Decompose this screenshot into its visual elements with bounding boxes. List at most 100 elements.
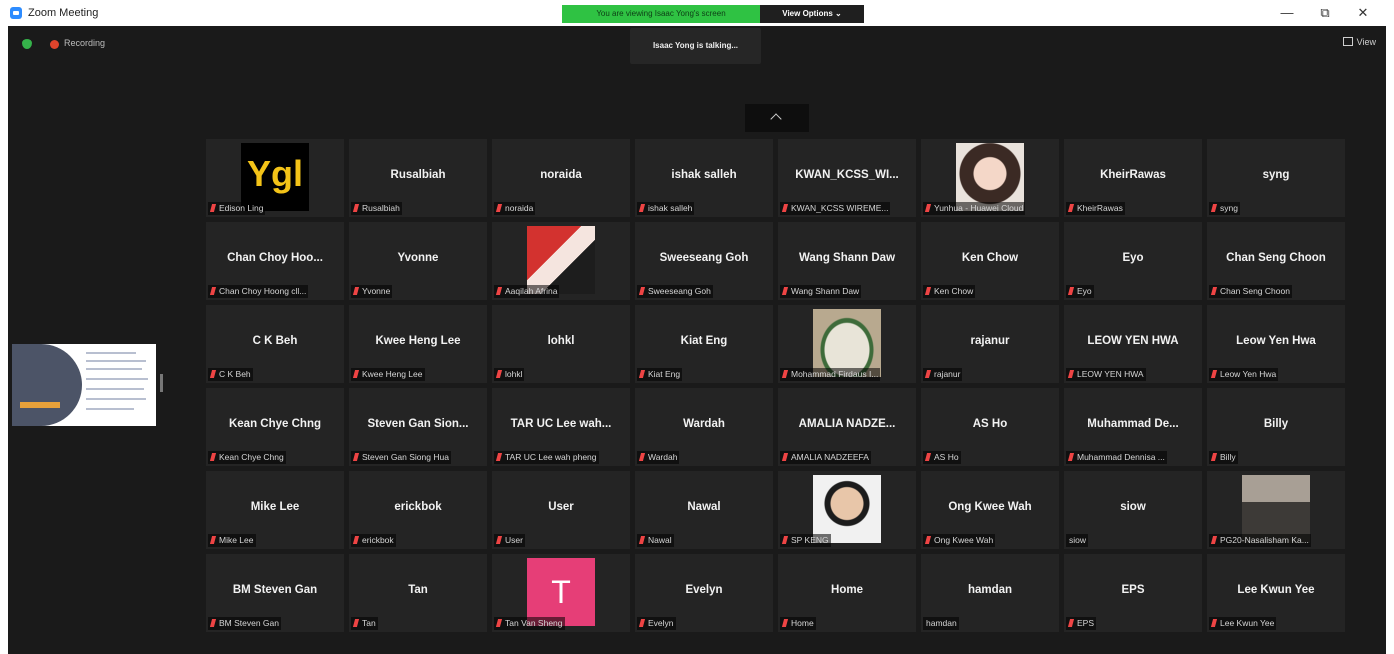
participant-tile[interactable]: Muhammad De... Muhammad Dennisa ... xyxy=(1064,388,1202,466)
participant-label-text: KheirRawas xyxy=(1077,203,1123,213)
mic-muted-icon xyxy=(209,287,217,295)
recording-icon xyxy=(50,40,59,49)
participant-label-text: Steven Gan Siong Hua xyxy=(362,452,449,462)
participant-tile[interactable]: Home Home xyxy=(778,554,916,632)
participant-tile[interactable]: Kiat Eng Kiat Eng xyxy=(635,305,773,383)
mic-muted-icon xyxy=(638,370,646,378)
mic-muted-icon xyxy=(1210,453,1218,461)
participant-name-label: Wardah xyxy=(637,451,680,464)
participant-tile[interactable]: Sweeseang Goh Sweeseang Goh xyxy=(635,222,773,300)
participant-display-name: LEOW YEN HWA xyxy=(1087,335,1179,347)
participant-tile[interactable]: Mike Lee Mike Lee xyxy=(206,471,344,549)
participant-tile[interactable]: Kean Chye Chng Kean Chye Chng xyxy=(206,388,344,466)
view-button[interactable]: View xyxy=(1342,37,1376,47)
participant-display-name: Sweeseang Goh xyxy=(659,252,749,264)
minimize-button[interactable]: — xyxy=(1272,4,1302,22)
participant-tile[interactable]: noraida noraida xyxy=(492,139,630,217)
participant-tile[interactable]: Kwee Heng Lee Kwee Heng Lee xyxy=(349,305,487,383)
previous-page-button[interactable] xyxy=(745,104,809,132)
participant-tile[interactable]: KheirRawas KheirRawas xyxy=(1064,139,1202,217)
participant-tile[interactable]: siow siow xyxy=(1064,471,1202,549)
participant-display-name: Wang Shann Daw xyxy=(798,252,896,264)
mic-muted-icon xyxy=(781,536,789,544)
close-button[interactable]: ✕ xyxy=(1348,4,1378,22)
participant-label-text: KWAN_KCSS WIREME... xyxy=(791,203,889,213)
participant-display-name: Kwee Heng Lee xyxy=(375,335,461,347)
participant-tile[interactable]: syng syng xyxy=(1207,139,1345,217)
participant-tile[interactable]: erickbok erickbok xyxy=(349,471,487,549)
participant-display-name: AMALIA NADZE... xyxy=(798,418,896,430)
participant-tile[interactable]: Ken Chow Ken Chow xyxy=(921,222,1059,300)
participant-tile[interactable]: lohkl lohkl xyxy=(492,305,630,383)
participant-tile[interactable]: Rusalbiah Rusalbiah xyxy=(349,139,487,217)
mic-muted-icon xyxy=(352,370,360,378)
participant-tile[interactable]: rajanur rajanur xyxy=(921,305,1059,383)
participant-video xyxy=(813,309,881,377)
participant-tile[interactable]: AS Ho AS Ho xyxy=(921,388,1059,466)
participant-label-text: syng xyxy=(1220,203,1238,213)
mic-muted-icon xyxy=(1067,619,1075,627)
restore-button[interactable]: ⧉ xyxy=(1310,4,1340,22)
mic-muted-icon xyxy=(924,536,932,544)
participant-tile[interactable]: AMALIA NADZE... AMALIA NADZEEFA xyxy=(778,388,916,466)
participant-tile[interactable]: SP KENG xyxy=(778,471,916,549)
recording-label[interactable]: Recording xyxy=(64,38,105,48)
participant-tile[interactable]: Evelyn Evelyn xyxy=(635,554,773,632)
participant-name-label: Yvonne xyxy=(351,285,393,298)
participant-tile[interactable]: User User xyxy=(492,471,630,549)
participant-tile[interactable]: LEOW YEN HWA LEOW YEN HWA xyxy=(1064,305,1202,383)
shared-screen-thumbnail[interactable] xyxy=(12,344,156,426)
participant-display-name: AS Ho xyxy=(972,418,1008,430)
participant-label-text: Leow Yen Hwa xyxy=(1220,369,1277,379)
participant-display-name: lohkl xyxy=(547,335,575,347)
mic-muted-icon xyxy=(495,536,503,544)
thumbnail-resize-handle[interactable] xyxy=(160,374,163,392)
participant-name-label: Mike Lee xyxy=(208,534,256,547)
participant-name-label: Nawal xyxy=(637,534,674,547)
participant-tile[interactable]: Aaqilah Afrina xyxy=(492,222,630,300)
mic-muted-icon xyxy=(638,287,646,295)
participant-tile[interactable]: Yvonne Yvonne xyxy=(349,222,487,300)
mic-muted-icon xyxy=(209,370,217,378)
participant-label-text: User xyxy=(505,535,523,545)
participant-tile[interactable]: Yunhua - Huawei Cloud xyxy=(921,139,1059,217)
participant-label-text: Wang Shann Daw xyxy=(791,286,860,296)
participant-name-label: Sweeseang Goh xyxy=(637,285,713,298)
participant-display-name: rajanur xyxy=(970,335,1010,347)
participant-tile[interactable]: Nawal Nawal xyxy=(635,471,773,549)
participant-tile[interactable]: hamdan hamdan xyxy=(921,554,1059,632)
participant-tile[interactable]: Wang Shann Daw Wang Shann Daw xyxy=(778,222,916,300)
participant-tile[interactable]: Chan Seng Choon Chan Seng Choon xyxy=(1207,222,1345,300)
view-label: View xyxy=(1356,37,1376,47)
mic-muted-icon xyxy=(1067,287,1075,295)
participant-tile[interactable]: EPS EPS xyxy=(1064,554,1202,632)
participant-display-name: Chan Choy Hoo... xyxy=(227,252,323,264)
participant-display-name: Billy xyxy=(1263,418,1289,430)
participant-tile[interactable]: BM Steven Gan BM Steven Gan xyxy=(206,554,344,632)
participant-tile[interactable]: Wardah Wardah xyxy=(635,388,773,466)
participant-name-label: Mohammad Firdaus I... xyxy=(780,368,881,381)
participant-tile[interactable]: C K Beh C K Beh xyxy=(206,305,344,383)
participant-tile[interactable]: Billy Billy xyxy=(1207,388,1345,466)
view-options-button[interactable]: View Options ⌄ xyxy=(760,5,864,23)
participant-tile[interactable]: Ong Kwee Wah Ong Kwee Wah xyxy=(921,471,1059,549)
participant-name-label: Yunhua - Huawei Cloud xyxy=(923,202,1026,215)
participant-tile[interactable]: Eyo Eyo xyxy=(1064,222,1202,300)
participant-tile[interactable]: TAR UC Lee wah... TAR UC Lee wah pheng xyxy=(492,388,630,466)
participant-tile[interactable]: PG20-Nasalisham Ka... xyxy=(1207,471,1345,549)
participant-tile[interactable]: Tan Van Sheng xyxy=(492,554,630,632)
participant-name-label: KheirRawas xyxy=(1066,202,1125,215)
participant-display-name: siow xyxy=(1120,501,1146,513)
participant-label-text: siow xyxy=(1069,535,1087,545)
participant-tile[interactable]: Chan Choy Hoo... Chan Choy Hoong cll... xyxy=(206,222,344,300)
participant-display-name: erickbok xyxy=(394,501,442,513)
shield-icon[interactable] xyxy=(22,39,32,49)
participant-tile[interactable]: Mohammad Firdaus I... xyxy=(778,305,916,383)
participant-tile[interactable]: Steven Gan Sion... Steven Gan Siong Hua xyxy=(349,388,487,466)
participant-tile[interactable]: Edison Ling xyxy=(206,139,344,217)
participant-tile[interactable]: Tan Tan xyxy=(349,554,487,632)
participant-tile[interactable]: Lee Kwun Yee Lee Kwun Yee xyxy=(1207,554,1345,632)
participant-tile[interactable]: ishak salleh ishak salleh xyxy=(635,139,773,217)
participant-tile[interactable]: Leow Yen Hwa Leow Yen Hwa xyxy=(1207,305,1345,383)
participant-tile[interactable]: KWAN_KCSS_WI... KWAN_KCSS WIREME... xyxy=(778,139,916,217)
